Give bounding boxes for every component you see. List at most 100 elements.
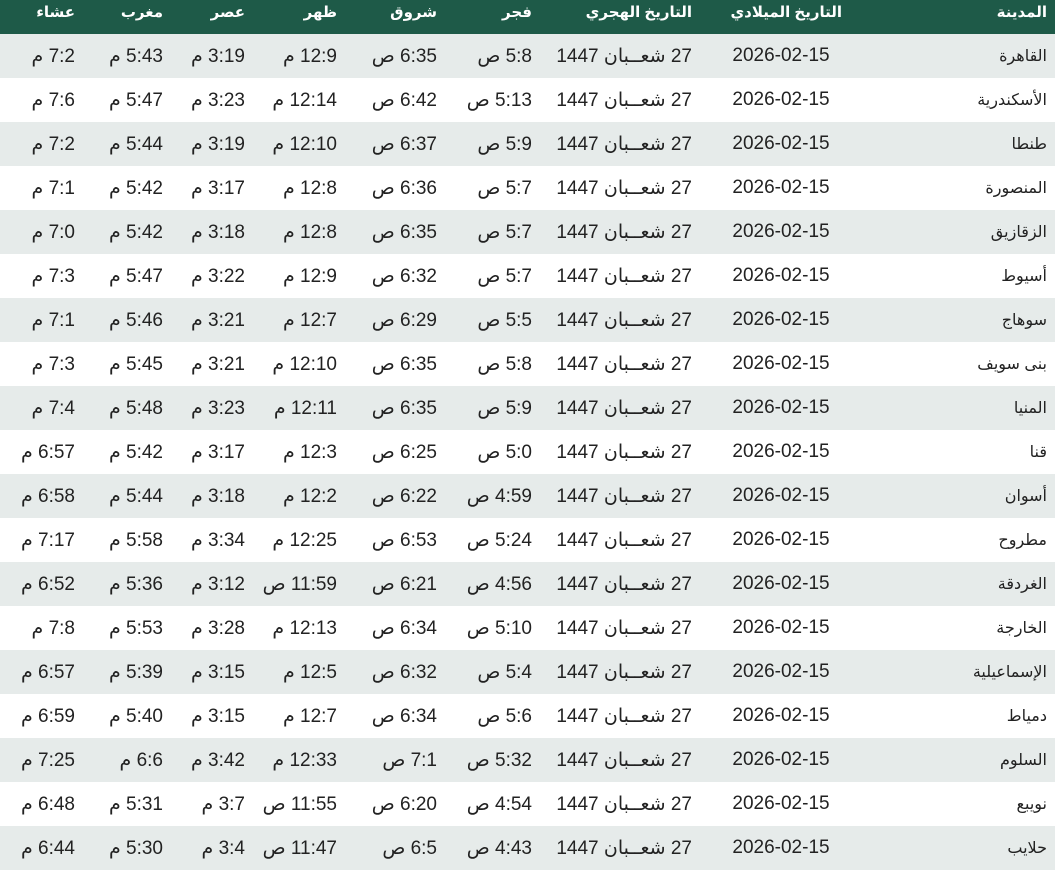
fajr-cell: 4:54 ص xyxy=(466,793,532,815)
asr-cell: 3:34 م xyxy=(190,529,245,551)
fajr-cell: 5:0 ص xyxy=(477,441,532,463)
hijri-date-cell: 27 شعــبان 1447 xyxy=(556,309,692,331)
maghrib-cell: 6:6 م xyxy=(119,749,163,771)
dhuhr-cell: 11:55 ص xyxy=(262,793,337,815)
fajr-cell: 5:7 ص xyxy=(477,177,532,199)
dhuhr-cell: 12:7 م xyxy=(282,309,337,331)
maghrib-cell: 5:45 م xyxy=(108,353,163,375)
hijri-date-cell: 27 شعــبان 1447 xyxy=(556,573,692,595)
shurooq-cell: 6:42 ص xyxy=(371,89,437,111)
header-isha: عشاء xyxy=(36,4,75,21)
table-row: حلايب 2026-02-15 27 شعــبان 1447 4:43 ص 6:5 … xyxy=(0,826,1055,870)
gregorian-date-cell: 2026-02-15 xyxy=(732,793,830,814)
isha-cell: 7:2 م xyxy=(31,45,75,67)
gregorian-date-cell: 2026-02-15 xyxy=(732,353,830,374)
dhuhr-cell: 12:3 م xyxy=(282,441,337,463)
header-dhuhr: ظهر xyxy=(303,4,337,21)
header-gregorian-date: التاريخ الميلادي xyxy=(730,4,842,21)
hijri-date-cell: 27 شعــبان 1447 xyxy=(556,89,692,111)
hijri-date-cell: 27 شعــبان 1447 xyxy=(556,793,692,815)
fajr-cell: 5:7 ص xyxy=(477,221,532,243)
hijri-date-cell: 27 شعــبان 1447 xyxy=(556,661,692,683)
gregorian-date-cell: 2026-02-15 xyxy=(732,485,830,506)
table-row: القاهرة 2026-02-15 27 شعــبان 1447 5:8 ص 6:3… xyxy=(0,34,1055,78)
table-row: المنيا 2026-02-15 27 شعــبان 1447 5:9 ص 6:35… xyxy=(0,386,1055,430)
header-city: المدينة xyxy=(996,4,1047,21)
hijri-date-cell: 27 شعــبان 1447 xyxy=(556,353,692,375)
isha-cell: 6:57 م xyxy=(20,661,75,683)
isha-cell: 7:17 م xyxy=(20,529,75,551)
table-header: المدينة التاريخ الميلادي التاريخ الهجري … xyxy=(0,0,1055,34)
table-row: أسيوط 2026-02-15 27 شعــبان 1447 5:7 ص 6:32 … xyxy=(0,254,1055,298)
maghrib-cell: 5:53 م xyxy=(108,617,163,639)
isha-cell: 7:25 م xyxy=(20,749,75,771)
dhuhr-cell: 12:9 م xyxy=(282,265,337,287)
asr-cell: 3:18 م xyxy=(190,485,245,507)
dhuhr-cell: 12:7 م xyxy=(282,705,337,727)
shurooq-cell: 6:32 ص xyxy=(371,661,437,683)
city-cell: الإسماعيلية xyxy=(972,664,1047,681)
fajr-cell: 5:8 ص xyxy=(477,353,532,375)
fajr-cell: 5:24 ص xyxy=(466,529,532,551)
table-row: طنطا 2026-02-15 27 شعــبان 1447 5:9 ص 6:37 ص… xyxy=(0,122,1055,166)
asr-cell: 3:17 م xyxy=(190,441,245,463)
fajr-cell: 5:5 ص xyxy=(477,309,532,331)
shurooq-cell: 6:36 ص xyxy=(371,177,437,199)
maghrib-cell: 5:40 م xyxy=(108,705,163,727)
city-cell: قنا xyxy=(1029,444,1047,461)
gregorian-date-cell: 2026-02-15 xyxy=(732,661,830,682)
dhuhr-cell: 12:10 م xyxy=(272,353,337,375)
hijri-date-cell: 27 شعــبان 1447 xyxy=(556,265,692,287)
dhuhr-cell: 12:5 م xyxy=(282,661,337,683)
asr-cell: 3:23 م xyxy=(190,89,245,111)
header-hijri-date: التاريخ الهجري xyxy=(585,4,692,21)
shurooq-cell: 6:35 ص xyxy=(371,353,437,375)
isha-cell: 6:52 م xyxy=(20,573,75,595)
gregorian-date-cell: 2026-02-15 xyxy=(732,309,830,330)
maghrib-cell: 5:43 م xyxy=(108,45,163,67)
maghrib-cell: 5:36 م xyxy=(108,573,163,595)
asr-cell: 3:42 م xyxy=(190,749,245,771)
isha-cell: 7:6 م xyxy=(31,89,75,111)
hijri-date-cell: 27 شعــبان 1447 xyxy=(556,133,692,155)
table-row: السلوم 2026-02-15 27 شعــبان 1447 5:32 ص 7:1… xyxy=(0,738,1055,782)
gregorian-date-cell: 2026-02-15 xyxy=(732,837,830,858)
gregorian-date-cell: 2026-02-15 xyxy=(732,573,830,594)
hijri-date-cell: 27 شعــبان 1447 xyxy=(556,441,692,463)
shurooq-cell: 6:25 ص xyxy=(371,441,437,463)
fajr-cell: 5:6 ص xyxy=(477,705,532,727)
isha-cell: 7:3 م xyxy=(31,265,75,287)
dhuhr-cell: 12:14 م xyxy=(272,89,337,111)
fajr-cell: 4:43 ص xyxy=(466,837,532,859)
city-cell: القاهرة xyxy=(999,48,1047,65)
gregorian-date-cell: 2026-02-15 xyxy=(732,749,830,770)
shurooq-cell: 6:5 ص xyxy=(382,837,437,859)
header-maghrib: مغرب xyxy=(120,4,163,21)
gregorian-date-cell: 2026-02-15 xyxy=(732,705,830,726)
gregorian-date-cell: 2026-02-15 xyxy=(732,397,830,418)
table-row: دمياط 2026-02-15 27 شعــبان 1447 5:6 ص 6:34 … xyxy=(0,694,1055,738)
asr-cell: 3:17 م xyxy=(190,177,245,199)
header-shurooq: شروق xyxy=(390,4,437,21)
hijri-date-cell: 27 شعــبان 1447 xyxy=(556,485,692,507)
gregorian-date-cell: 2026-02-15 xyxy=(732,221,830,242)
gregorian-date-cell: 2026-02-15 xyxy=(732,89,830,110)
gregorian-date-cell: 2026-02-15 xyxy=(732,617,830,638)
fajr-cell: 5:4 ص xyxy=(477,661,532,683)
gregorian-date-cell: 2026-02-15 xyxy=(732,265,830,286)
maghrib-cell: 5:31 م xyxy=(108,793,163,815)
city-cell: حلايب xyxy=(1007,840,1047,857)
asr-cell: 3:22 م xyxy=(190,265,245,287)
city-cell: طنطا xyxy=(1011,136,1047,153)
shurooq-cell: 6:35 ص xyxy=(371,221,437,243)
isha-cell: 6:58 م xyxy=(20,485,75,507)
maghrib-cell: 5:42 م xyxy=(108,221,163,243)
header-asr: عصر xyxy=(210,4,245,21)
table-row: نويبع 2026-02-15 27 شعــبان 1447 4:54 ص 6:20… xyxy=(0,782,1055,826)
asr-cell: 3:7 م xyxy=(201,793,245,815)
maghrib-cell: 5:44 م xyxy=(108,485,163,507)
dhuhr-cell: 12:13 م xyxy=(272,617,337,639)
isha-cell: 7:3 م xyxy=(31,353,75,375)
hijri-date-cell: 27 شعــبان 1447 xyxy=(556,221,692,243)
table-row: الزقازيق 2026-02-15 27 شعــبان 1447 5:7 ص 6:… xyxy=(0,210,1055,254)
